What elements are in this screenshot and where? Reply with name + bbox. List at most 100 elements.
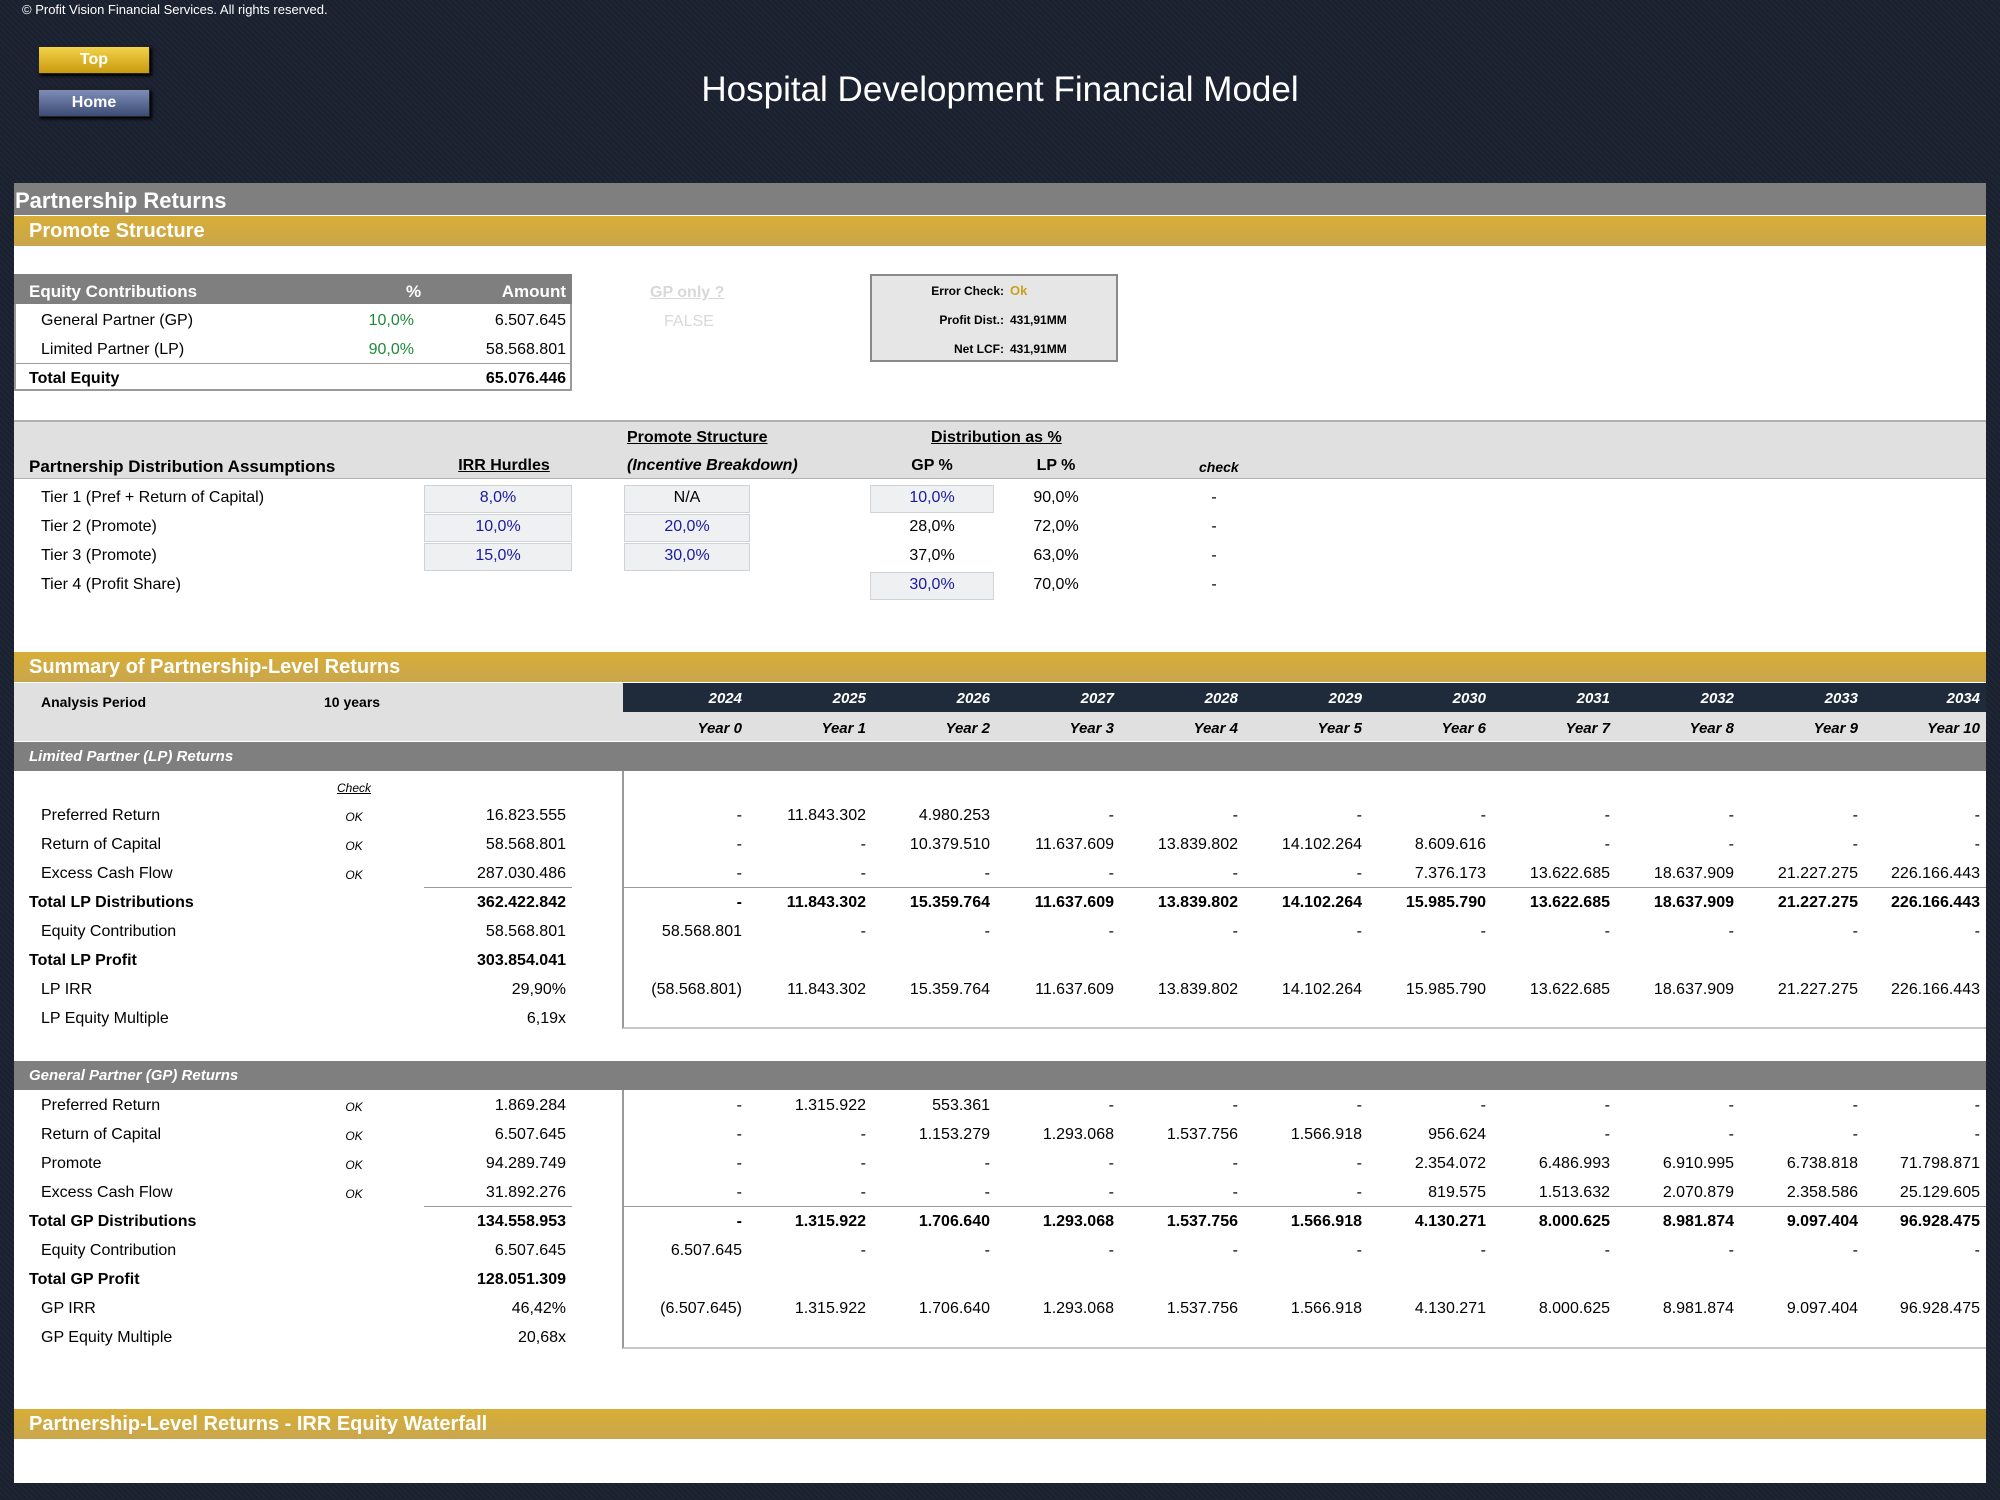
promote-structure-title: Promote Structure [14,216,1986,246]
row-value: 13.622.685 [1529,981,1610,998]
tier-irr-hurdle[interactable]: 10,0% [424,518,572,536]
returns-row-label: Excess Cash Flow [41,1184,173,1201]
row-value: - [1232,1184,1238,1201]
tier-irr-hurdle[interactable]: 15,0% [424,547,572,565]
row-value: - [1232,923,1238,940]
row-value: (6.507.645) [660,1300,742,1317]
tier-label: Tier 2 (Promote) [41,518,157,535]
row-total: 6.507.645 [494,1126,566,1143]
row-value: - [984,865,990,882]
error-check-label: Error Check: [931,284,1004,298]
row-value: 11.843.302 [787,807,866,824]
row-value: - [736,807,742,824]
row-value: 1.537.756 [1166,1300,1238,1317]
row-value: 96.928.475 [1899,1213,1980,1230]
row-value: 71.798.871 [1899,1155,1980,1172]
equity-amount-header: Amount [501,282,566,301]
gp-label: General Partner (GP) [41,312,194,329]
returns-row-label: GP Equity Multiple [41,1329,173,1346]
gp-pct[interactable]: 10,0% [334,312,414,330]
tier-gp-pct[interactable]: 30,0% [870,576,994,594]
row-value: 96.928.475 [1899,1300,1980,1317]
row-value: - [1108,1242,1114,1259]
row-check: OK [345,810,363,824]
row-value: - [1852,1097,1858,1114]
row-value: - [1232,1242,1238,1259]
row-value: - [1480,1242,1486,1259]
tier-check: - [1211,518,1217,535]
year-header: 2033 [1824,690,1858,707]
row-value: - [1108,807,1114,824]
row-value: 1.315.922 [794,1213,866,1230]
row-value: - [1728,1097,1734,1114]
row-value: - [984,1155,990,1172]
row-value: - [1604,1097,1610,1114]
row-value: 15.985.790 [1405,894,1486,911]
row-value: 11.637.609 [1035,981,1114,998]
row-total: 1.869.284 [494,1097,566,1114]
tier-lp-pct: 90,0% [1033,489,1079,506]
tier-promote[interactable]: 20,0% [624,518,750,536]
tier-lp-pct: 72,0% [1033,518,1079,535]
row-value: - [860,923,866,940]
row-value: - [736,1097,742,1114]
year-header: 2027 [1080,690,1114,707]
row-value: - [736,894,742,911]
row-value: - [1108,865,1114,882]
row-value: 14.102.264 [1281,894,1362,911]
row-value: - [860,836,866,853]
tier-promote[interactable]: 30,0% [624,547,750,565]
row-value: - [1974,923,1980,940]
row-value: - [1356,923,1362,940]
row-total: 128.051.309 [477,1271,566,1288]
row-value: 1.293.068 [1042,1213,1114,1230]
row-value: (58.568.801) [651,981,742,998]
row-value: 15.359.764 [909,981,990,998]
returns-row-label: Promote [41,1155,102,1172]
row-value: 6.738.818 [1786,1155,1858,1172]
profit-dist-value: 431,91MM [1010,313,1067,327]
returns-row-label: Preferred Return [41,807,161,824]
row-value: - [1356,865,1362,882]
row-value: 1.315.922 [794,1097,866,1114]
row-value: 11.637.609 [1035,836,1114,853]
returns-row-label: LP IRR [41,981,93,998]
row-value: - [1728,1242,1734,1259]
row-value: - [1232,1155,1238,1172]
returns-row-label: Total GP Profit [29,1271,140,1288]
row-value: 1.706.640 [918,1213,990,1230]
tier-irr-hurdle[interactable]: 8,0% [424,489,572,507]
row-value: - [1480,923,1486,940]
tier-gp-pct[interactable]: 10,0% [870,489,994,507]
row-check: OK [345,839,363,853]
row-total: 303.854.041 [477,952,566,969]
row-value: - [1974,1097,1980,1114]
row-value: 13.839.802 [1157,894,1238,911]
row-total: 29,90% [511,981,566,998]
year-label: Year 8 [1689,720,1734,737]
row-value: - [860,1184,866,1201]
row-value: 6.507.645 [670,1242,742,1259]
row-total: 31.892.276 [485,1184,566,1201]
tier-gp-pct: 28,0% [909,518,955,535]
year-header: 2029 [1328,690,1362,707]
row-total: 16.823.555 [485,807,566,824]
lp-amount: 58.568.801 [485,341,566,358]
row-value: - [1356,1242,1362,1259]
tier-promote: N/A [673,489,701,506]
year-label: Year 4 [1193,720,1238,737]
row-value: - [1728,923,1734,940]
tier-lp-pct: 70,0% [1033,576,1079,593]
row-total: 58.568.801 [485,836,566,853]
row-value: - [1852,807,1858,824]
equity-pct-header: % [406,282,422,301]
row-check: OK [345,1187,363,1201]
year-header: 2032 [1700,690,1734,707]
lp-returns-title: Limited Partner (LP) Returns [14,742,1986,771]
row-value: - [1480,807,1486,824]
row-total: 362.422.842 [477,894,566,911]
year-header: 2024 [708,690,742,707]
year-header: 2031 [1576,690,1610,707]
row-value: 1.537.756 [1166,1213,1238,1230]
analysis-period-value: 10 years [324,694,381,710]
